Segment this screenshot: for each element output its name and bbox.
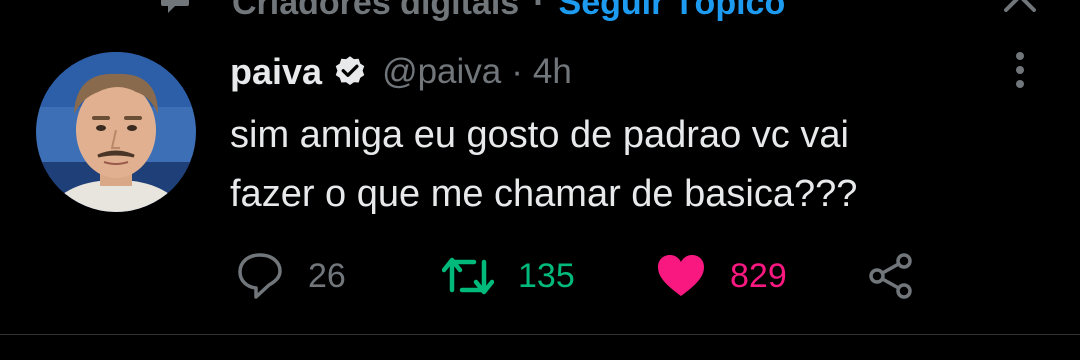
author-name[interactable]: paiva xyxy=(230,51,322,93)
more-vertical-icon[interactable] xyxy=(1004,48,1036,92)
retweet-button[interactable]: 135 xyxy=(442,246,575,306)
divider xyxy=(0,334,1080,335)
avatar-image xyxy=(36,52,196,212)
speech-bubble-icon xyxy=(161,0,189,13)
tweet-text: sim amiga eu gosto de padrao vc vai faze… xyxy=(230,106,1010,224)
verified-badge-icon xyxy=(335,56,365,86)
retweet-icon xyxy=(442,257,494,295)
follow-topic-link[interactable]: Seguir Tópico xyxy=(559,0,786,22)
reply-button[interactable]: 26 xyxy=(236,246,346,306)
like-button[interactable]: 829 xyxy=(656,246,787,306)
tweet-text-line: fazer o que me chamar de basica??? xyxy=(230,173,858,215)
reply-count: 26 xyxy=(308,256,346,295)
topic-name: Criadores digitais xyxy=(232,0,520,22)
topic-separator: · xyxy=(533,0,545,22)
reply-icon xyxy=(238,253,282,299)
avatar[interactable] xyxy=(36,52,196,212)
topic-context-text: Criadores digitais · Seguir Tópico xyxy=(232,0,785,23)
close-icon[interactable] xyxy=(1000,0,1040,12)
tweet-time[interactable]: 4h xyxy=(533,52,572,92)
author-handle[interactable]: @paiva xyxy=(382,52,501,92)
share-icon xyxy=(869,253,912,299)
tweet-text-line: sim amiga eu gosto de padrao vc vai xyxy=(230,114,849,156)
retweet-count: 135 xyxy=(518,256,575,295)
tweet-actions: 26 135 829 xyxy=(0,246,1080,306)
topic-context-row: Criadores digitais · Seguir Tópico xyxy=(0,0,1080,22)
header-separator: · xyxy=(511,52,523,91)
heart-icon xyxy=(658,255,704,296)
tweet-header: paiva @paiva · 4h xyxy=(230,50,572,94)
share-button[interactable] xyxy=(866,246,916,306)
like-count: 829 xyxy=(730,256,787,295)
